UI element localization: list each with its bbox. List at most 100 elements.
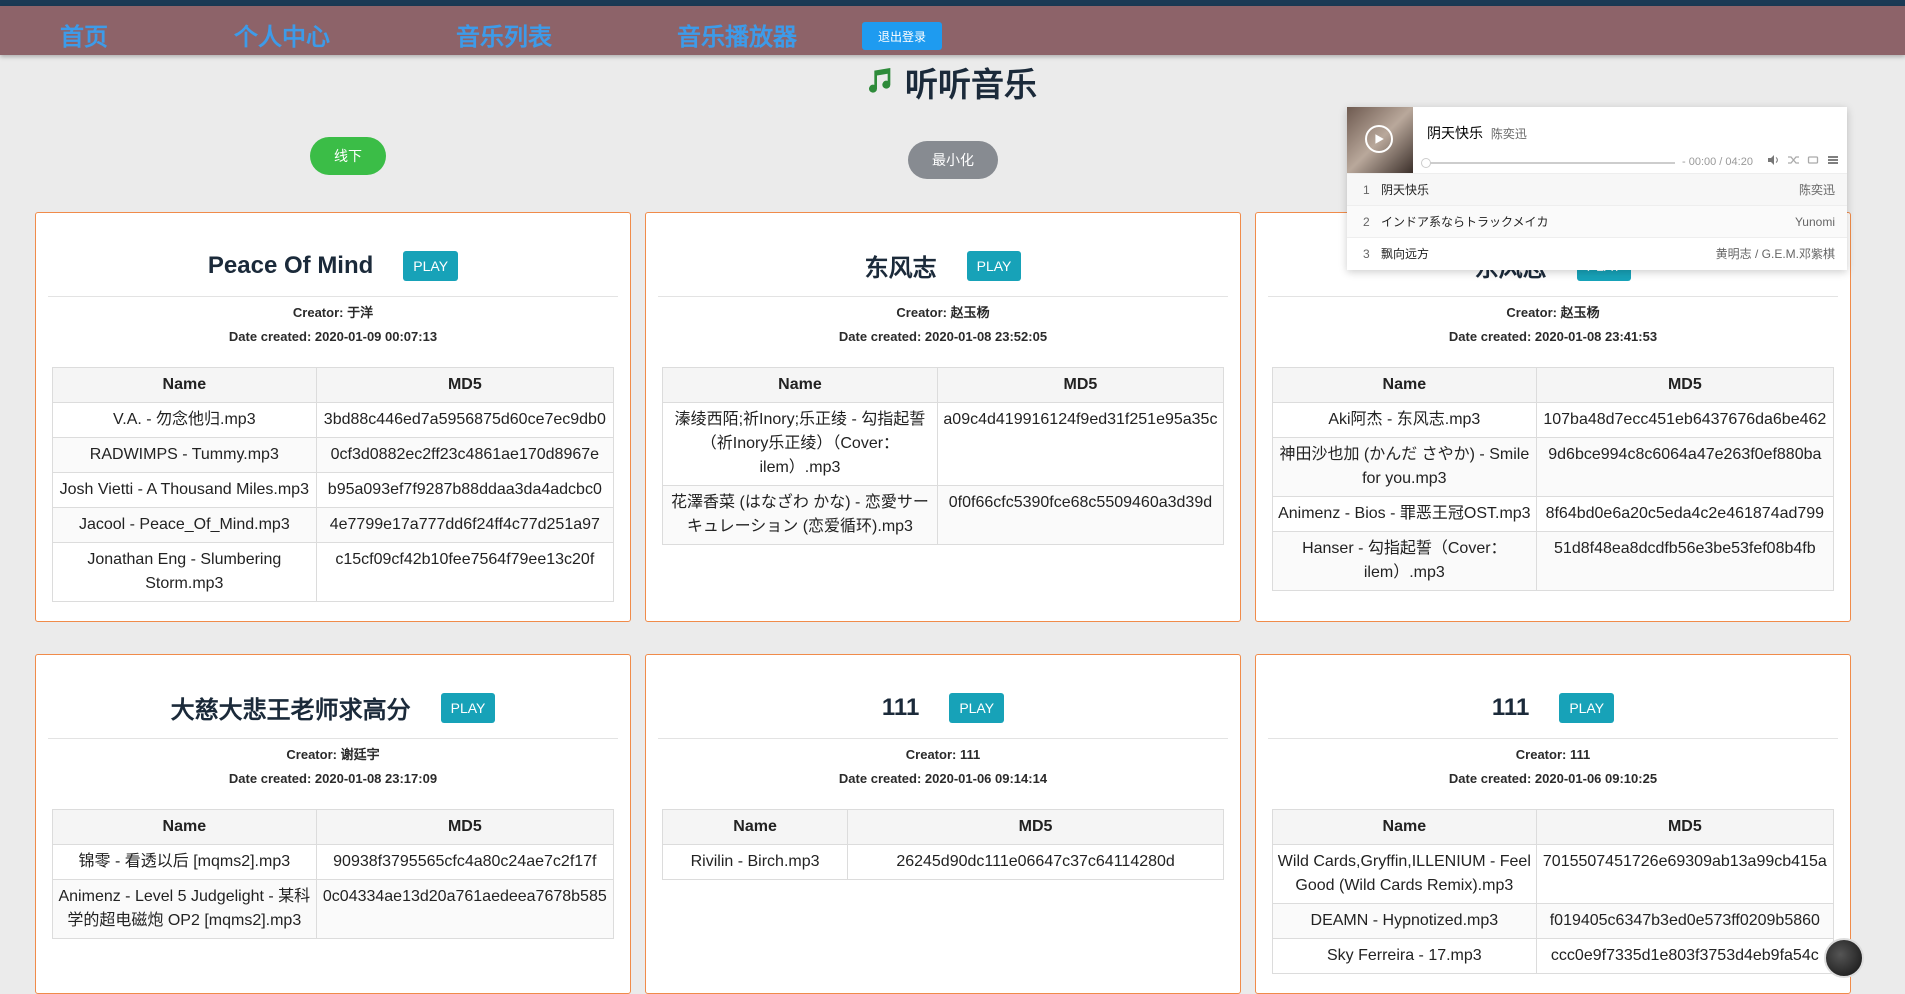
offline-button[interactable]: 线下	[310, 137, 386, 175]
song-md5-cell: 107ba48d7ecc451eb6437676da6be462	[1535, 402, 1835, 438]
play-circle-icon[interactable]	[1365, 125, 1393, 153]
table-row[interactable]: Sky Ferreira - 17.mp3 ccc0e9f7335d1e803f…	[1272, 938, 1835, 974]
shuffle-icon[interactable]	[1787, 154, 1800, 169]
playlist-creator: Creator: 赵玉杨	[646, 301, 1240, 325]
date-value: 2020-01-06 09:14:14	[924, 771, 1048, 786]
nav-home-link[interactable]: 首页	[60, 17, 108, 52]
column-header-md5[interactable]: MD5	[847, 809, 1224, 845]
table-row[interactable]: Aki阿杰 - 东风志.mp3 107ba48d7ecc451eb6437676…	[1272, 402, 1835, 438]
table-row[interactable]: Jonathan Eng - Slumbering Storm.mp3 c15c…	[52, 542, 615, 602]
table-row[interactable]: Wild Cards,Gryffin,ILLENIUM - Feel Good …	[1272, 844, 1835, 904]
song-name-cell: Hanser - 勾指起誓（Cover：ilem）.mp3	[1272, 531, 1537, 591]
nav-profile-link[interactable]: 个人中心	[234, 17, 330, 52]
column-header-name[interactable]: Name	[661, 809, 849, 845]
playlist-date: Date created: 2020-01-09 00:07:13	[36, 325, 630, 349]
volume-icon[interactable]	[1767, 154, 1779, 169]
table-row[interactable]: 神田沙也加 (かんだ さやか) - Smile for you.mp3 9d6b…	[1272, 437, 1835, 497]
column-header-md5[interactable]: MD5	[936, 367, 1225, 403]
loop-icon[interactable]	[1807, 154, 1819, 169]
playlist-creator: Creator: 于洋	[36, 301, 630, 325]
playlist-title: 111	[881, 693, 920, 721]
table-row[interactable]: Rivilin - Birch.mp3 26245d90dc111e06647c…	[661, 844, 1224, 880]
table-header-row: Name MD5	[662, 367, 1225, 403]
song-name-cell: Animenz - Bios - 罪恶王冠OST.mp3	[1272, 496, 1537, 532]
song-table: Name MD5 锦零 - 看透以后 [mqms2].mp3 90938f379…	[52, 809, 615, 939]
playlist-date: Date created: 2020-01-08 23:41:53	[1256, 325, 1850, 349]
table-row[interactable]: Josh Vietti - A Thousand Miles.mp3 b95a0…	[52, 472, 615, 508]
column-header-name[interactable]: Name	[1272, 367, 1537, 403]
song-md5-cell: 7015507451726e69309ab13a99cb415a	[1535, 844, 1835, 904]
playlist-meta: Creator: 赵玉杨 Date created: 2020-01-08 23…	[646, 301, 1240, 349]
column-header-md5[interactable]: MD5	[1535, 367, 1835, 403]
column-header-md5[interactable]: MD5	[1535, 809, 1835, 845]
logout-button[interactable]: 退出登录	[862, 22, 942, 50]
song-md5-cell: 3bd88c446ed7a5956875d60ce7ec9db0	[315, 402, 615, 438]
menu-icon[interactable]	[1827, 154, 1839, 169]
column-header-name[interactable]: Name	[52, 367, 317, 403]
table-row[interactable]: Jacool - Peace_Of_Mind.mp3 4e7799e17a777…	[52, 507, 615, 543]
creator-value: 谢廷宇	[340, 747, 380, 762]
playlist-card-header: 111 PLAY	[658, 655, 1228, 739]
music-note-icon	[865, 64, 897, 101]
playlist-item-artist: 黄明志 / G.E.M.邓紫棋	[1715, 247, 1835, 261]
creator-label: Creator:	[896, 305, 951, 320]
player-progress-bar[interactable]	[1421, 158, 1675, 168]
progress-knob[interactable]	[1421, 158, 1431, 168]
column-header-name[interactable]: Name	[52, 809, 317, 845]
table-header-row: Name MD5	[52, 367, 615, 403]
play-button[interactable]: PLAY	[966, 250, 1022, 281]
date-value: 2020-01-08 23:17:09	[314, 771, 438, 786]
player-playlist: 1 阴天快乐 陈奕迅 2 インドア系ならトラックメイカ Yunomi 3 飘向远…	[1347, 173, 1847, 269]
table-row[interactable]: Animenz - Level 5 Judgelight - 某科学的超电磁炮 …	[52, 879, 615, 939]
table-row[interactable]: 溱绫西陌;祈Inory;乐正绫 - 勾指起誓（祈Inory乐正绫）（Cover：…	[662, 402, 1225, 486]
minimize-button[interactable]: 最小化	[908, 141, 998, 179]
table-row[interactable]: V.A. - 勿念他归.mp3 3bd88c446ed7a5956875d60c…	[52, 402, 615, 438]
table-row[interactable]: 花澤香菜 (はなざわ かな) - 恋愛サーキュレーション (恋爱循环).mp3 …	[662, 485, 1225, 545]
column-header-name[interactable]: Name	[662, 367, 938, 403]
player-time: - 00:00 / 04:20	[1682, 156, 1753, 168]
playlist-date: Date created: 2020-01-08 23:52:05	[646, 325, 1240, 349]
playlist-item-index: 3	[1363, 246, 1370, 261]
play-button[interactable]: PLAY	[949, 692, 1005, 723]
player-playlist-item[interactable]: 2 インドア系ならトラックメイカ Yunomi	[1347, 205, 1847, 237]
playlist-title: 111	[1491, 693, 1530, 721]
playlist-card: 111 PLAY Creator: 111 Date created: 2020…	[645, 654, 1241, 994]
creator-label: Creator:	[292, 305, 348, 320]
playlist-item-index: 1	[1363, 182, 1370, 197]
creator-value: 赵玉杨	[1560, 305, 1600, 320]
table-row[interactable]: RADWIMPS - Tummy.mp3 0cf3d0882ec2ff23c48…	[52, 437, 615, 473]
creator-label: Creator:	[286, 747, 341, 762]
date-label: Date created:	[1448, 771, 1535, 786]
date-label: Date created:	[228, 329, 315, 344]
song-md5-cell: b95a093ef7f9287b88ddaa3da4adcbc0	[315, 472, 615, 508]
date-label: Date created:	[1448, 329, 1535, 344]
playlist-meta: Creator: 赵玉杨 Date created: 2020-01-08 23…	[1256, 301, 1850, 349]
play-button[interactable]: PLAY	[1559, 692, 1615, 723]
player-playlist-item[interactable]: 1 阴天快乐 陈奕迅	[1347, 173, 1847, 205]
column-header-md5[interactable]: MD5	[315, 809, 615, 845]
playlist-item-index: 2	[1363, 214, 1370, 229]
nav-music-player-link[interactable]: 音乐播放器	[677, 17, 797, 52]
play-button[interactable]: PLAY	[403, 250, 459, 281]
playlist-item-artist: 陈奕迅	[1798, 183, 1835, 197]
playlist-item-name: 阴天快乐	[1381, 183, 1430, 197]
table-row[interactable]: DEAMN - Hypnotized.mp3 f019405c6347b3ed0…	[1272, 903, 1835, 939]
playlist-creator: Creator: 111	[1256, 743, 1850, 767]
song-name-cell: V.A. - 勿念他归.mp3	[52, 402, 317, 438]
playlist-card-header: 111 PLAY	[1268, 655, 1838, 739]
column-header-md5[interactable]: MD5	[315, 367, 615, 403]
song-md5-cell: 8f64bd0e6a20c5eda4c2e461874ad799	[1535, 496, 1835, 532]
table-row[interactable]: Hanser - 勾指起誓（Cover：ilem）.mp3 51d8f48ea8…	[1272, 531, 1835, 591]
date-label: Date created:	[838, 329, 925, 344]
floating-player-toggle[interactable]	[1824, 938, 1864, 978]
player-playlist-item[interactable]: 3 飘向远方 黄明志 / G.E.M.邓紫棋	[1347, 237, 1847, 269]
song-name-cell: Jonathan Eng - Slumbering Storm.mp3	[52, 542, 317, 602]
nav-music-list-link[interactable]: 音乐列表	[456, 17, 552, 52]
table-row[interactable]: Animenz - Bios - 罪恶王冠OST.mp3 8f64bd0e6a2…	[1272, 496, 1835, 532]
song-md5-cell: 90938f3795565cfc4a80c24ae7c2f17f	[315, 844, 615, 880]
play-button[interactable]: PLAY	[440, 692, 496, 723]
song-name-cell: Sky Ferreira - 17.mp3	[1272, 938, 1537, 974]
playlist-title: 大慈大悲王老师求高分	[170, 697, 411, 724]
column-header-name[interactable]: Name	[1272, 809, 1537, 845]
table-row[interactable]: 锦零 - 看透以后 [mqms2].mp3 90938f3795565cfc4a…	[52, 844, 615, 880]
